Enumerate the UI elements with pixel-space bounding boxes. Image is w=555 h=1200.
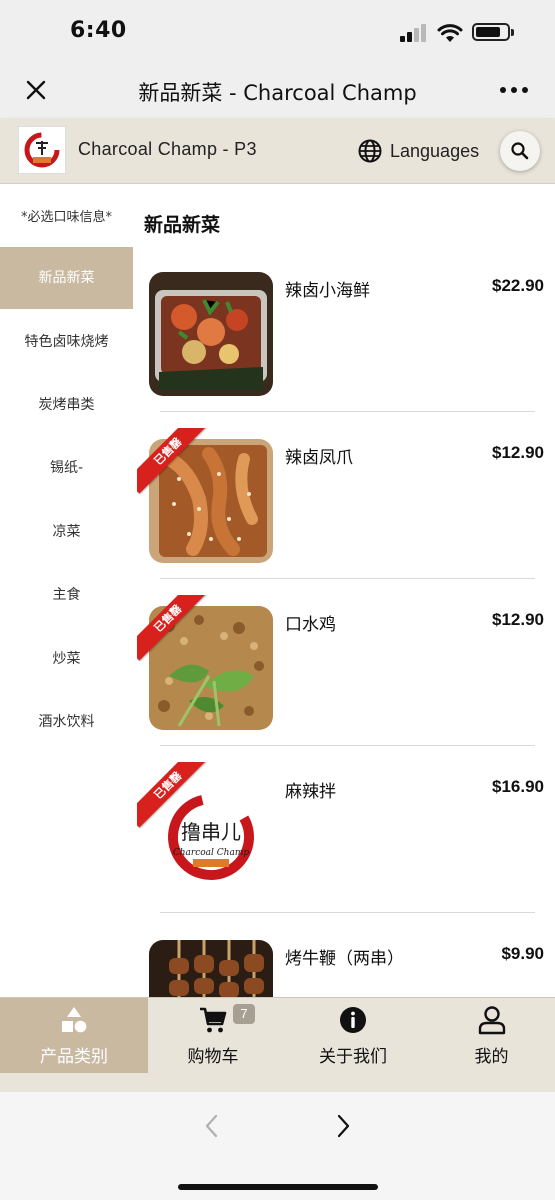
categories-icon bbox=[62, 1007, 87, 1033]
back-button[interactable] bbox=[200, 1112, 224, 1140]
menu-item[interactable]: 撸串儿 Charcoal Champ 已售罄 麻辣拌 $16.90 bbox=[133, 762, 555, 940]
tab-categories[interactable]: 产品类别 bbox=[0, 998, 148, 1073]
cellular-signal-icon bbox=[400, 24, 430, 42]
page-title: 新品新菜 - Charcoal Champ bbox=[138, 81, 417, 105]
dish-photo bbox=[149, 940, 273, 997]
sidebar-item-charcoal-skewers[interactable]: 炭烤串类 bbox=[0, 374, 133, 436]
divider bbox=[160, 912, 535, 913]
store-logo bbox=[18, 126, 66, 174]
tab-label: 我的 bbox=[474, 1047, 509, 1067]
dish-name: 辣卤小海鲜 bbox=[285, 281, 370, 301]
sidebar-item-cold-dishes[interactable]: 凉菜 bbox=[0, 501, 133, 563]
status-time: 6:40 bbox=[70, 18, 127, 43]
chevron-left-icon bbox=[205, 1114, 218, 1138]
menu-item[interactable]: 辣卤小海鲜 $22.90 bbox=[133, 272, 555, 439]
tab-cart[interactable]: 购物车 bbox=[148, 998, 278, 1073]
wifi-icon bbox=[436, 22, 464, 44]
dish-name: 辣卤凤爪 bbox=[285, 448, 353, 468]
more-options-button[interactable] bbox=[500, 87, 536, 95]
dish-photo bbox=[149, 272, 273, 396]
user-icon bbox=[478, 1006, 505, 1035]
sidebar-item-staple-food[interactable]: 主食 bbox=[0, 564, 133, 626]
home-indicator[interactable] bbox=[178, 1184, 378, 1190]
dish-price: $22.90 bbox=[492, 276, 544, 295]
section-title: 新品新菜 bbox=[144, 214, 221, 236]
menu-item[interactable]: 烤牛鞭（两串） $9.90 bbox=[133, 940, 555, 997]
status-bar: 6:40 bbox=[0, 0, 555, 62]
forward-button[interactable] bbox=[331, 1112, 355, 1140]
tab-label: 购物车 bbox=[187, 1047, 239, 1067]
chevron-right-icon bbox=[337, 1114, 350, 1138]
bottom-tab-bar: 产品类别 购物车 7 关于我们 我的 bbox=[0, 997, 555, 1092]
languages-button[interactable]: Languages bbox=[357, 138, 479, 164]
tab-label: 产品类别 bbox=[40, 1047, 108, 1067]
battery-icon bbox=[472, 23, 514, 41]
divider bbox=[160, 411, 535, 412]
store-name: Charcoal Champ - P3 bbox=[78, 139, 257, 159]
dish-name: 烤牛鞭（两串） bbox=[285, 949, 404, 969]
sold-out-badge: 已售罄 bbox=[137, 428, 207, 498]
globe-icon bbox=[358, 139, 382, 163]
cart-count-badge: 7 bbox=[233, 1004, 255, 1024]
tab-profile[interactable]: 我的 bbox=[428, 998, 555, 1073]
divider bbox=[160, 578, 535, 579]
title-bar: 新品新菜 - Charcoal Champ bbox=[0, 62, 555, 118]
browser-navigation-bar bbox=[0, 1092, 555, 1200]
search-button[interactable] bbox=[500, 131, 540, 171]
category-sidebar: *必选口味信息* 新品新菜 特色卤味烧烤 炭烤串类 锡纸- 凉菜 主食 炒菜 酒… bbox=[0, 184, 133, 997]
sidebar-item-stir-fry[interactable]: 炒菜 bbox=[0, 628, 133, 690]
required-flavor-note[interactable]: *必选口味信息* bbox=[0, 206, 133, 225]
languages-label: Languages bbox=[390, 140, 480, 161]
sidebar-item-braised-bbq[interactable]: 特色卤味烧烤 bbox=[0, 311, 133, 373]
tab-label: 关于我们 bbox=[319, 1047, 387, 1067]
menu-item[interactable]: 已售罄 口水鸡 $12.90 bbox=[133, 595, 555, 773]
menu-item[interactable]: 已售罄 辣卤凤爪 $12.90 bbox=[133, 428, 555, 606]
dish-price: $9.90 bbox=[501, 944, 544, 963]
logo-english-text: Charcoal Champ bbox=[173, 848, 249, 858]
info-icon bbox=[340, 1007, 366, 1033]
dish-price: $16.90 bbox=[492, 777, 544, 796]
sidebar-item-foil[interactable]: 锡纸- bbox=[0, 437, 133, 499]
dish-name: 口水鸡 bbox=[285, 615, 336, 635]
dish-name: 麻辣拌 bbox=[285, 782, 336, 802]
tab-about-us[interactable]: 关于我们 bbox=[278, 998, 428, 1073]
search-icon bbox=[511, 142, 529, 160]
cart-icon bbox=[200, 1007, 227, 1033]
sold-out-badge: 已售罄 bbox=[137, 595, 207, 665]
sold-out-badge: 已售罄 bbox=[137, 762, 207, 832]
divider bbox=[160, 745, 535, 746]
menu-list: 新品新菜 辣卤小海鲜 $22.90 已售罄 辣卤凤爪 $12.90 已售罄 口水… bbox=[133, 184, 555, 997]
dish-price: $12.90 bbox=[492, 610, 544, 629]
sidebar-item-new-dishes[interactable]: 新品新菜 bbox=[0, 247, 133, 309]
dish-price: $12.90 bbox=[492, 443, 544, 462]
store-header: Charcoal Champ - P3 Languages bbox=[0, 118, 555, 184]
sidebar-item-drinks[interactable]: 酒水饮料 bbox=[0, 691, 133, 753]
